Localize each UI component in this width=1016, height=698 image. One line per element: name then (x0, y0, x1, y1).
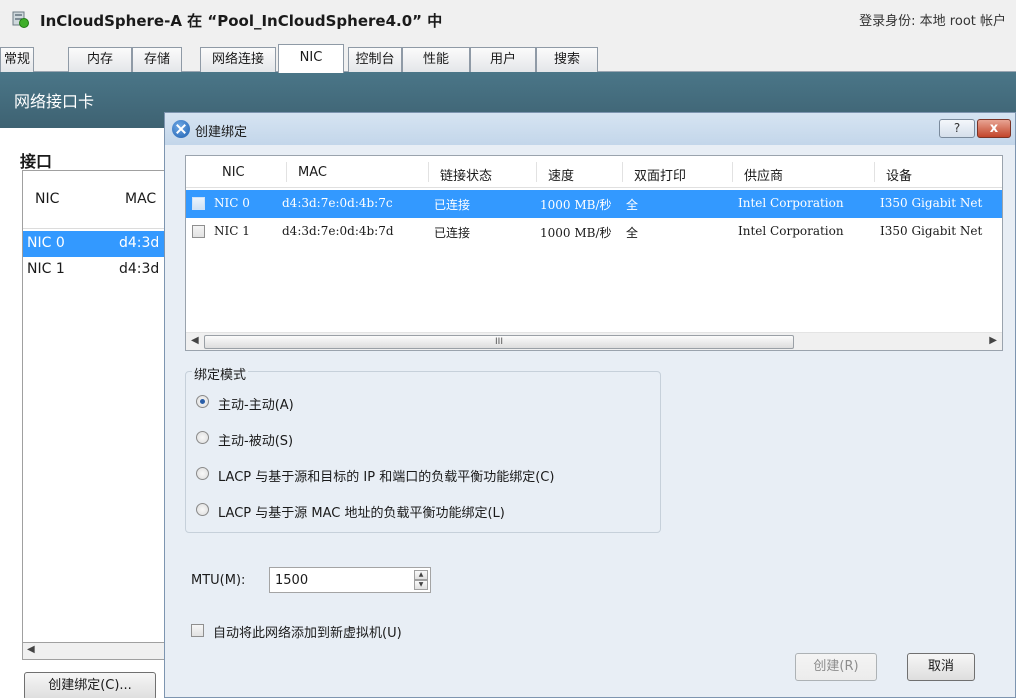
column-header-nic[interactable]: NIC (222, 165, 245, 180)
radio-label: LACP 与基于源 MAC 地址的负载平衡功能绑定(L) (218, 506, 505, 521)
nic-mac: d4:3d (119, 235, 160, 251)
radio-button[interactable] (196, 395, 209, 408)
scroll-right-icon[interactable]: ▶ (989, 335, 997, 346)
tab-general[interactable]: 常规 (0, 47, 34, 72)
table-row[interactable]: NIC 0 d4:3d:7e:0d:4b:7c 已连接 1000 MB/秒 全 … (186, 190, 1002, 218)
create-bond-dialog: 创建绑定 ? x NIC MAC 链接状态 速度 双面打印 供应商 设备 NIC… (164, 112, 1016, 698)
cell-duplex: 全 (626, 198, 639, 212)
column-header-nic[interactable]: NIC (35, 191, 59, 207)
tab-nic[interactable]: NIC (278, 44, 344, 73)
checkbox-icon[interactable] (191, 624, 204, 637)
nic-grid-scrollbar[interactable]: ◀ III ▶ (186, 332, 1002, 350)
mtu-label: MTU(M): (191, 573, 246, 588)
column-header-duplex[interactable]: 双面打印 (634, 165, 686, 184)
tab-performance[interactable]: 性能 (402, 47, 470, 72)
column-header-device[interactable]: 设备 (886, 165, 912, 184)
cell-vendor: Intel Corporation (738, 196, 844, 210)
login-status: 登录身份: 本地 root 帐户 (859, 14, 1006, 29)
column-header-mac[interactable]: MAC (125, 191, 156, 207)
list-item[interactable]: NIC 0 d4:3d (23, 231, 171, 257)
tab-users[interactable]: 用户 (470, 47, 536, 72)
tab-bar: 常规 内存 存储 网络连接 NIC 控制台 性能 用户 搜索 (0, 44, 1016, 73)
dialog-titlebar: 创建绑定 ? x (165, 113, 1015, 145)
create-button[interactable]: 创建(R) (795, 653, 877, 681)
cell-speed: 1000 MB/秒 (540, 198, 612, 212)
close-icon: x (989, 121, 999, 136)
radio-label: LACP 与基于源和目标的 IP 和端口的负载平衡功能绑定(C) (218, 470, 555, 485)
cell-device: I350 Gigabit Net (880, 196, 983, 210)
spin-up-icon[interactable]: ▲ (414, 570, 428, 580)
auto-add-label: 自动将此网络添加到新虚拟机(U) (213, 626, 402, 641)
help-button[interactable]: ? (939, 119, 975, 138)
nic-checkbox[interactable] (192, 197, 205, 210)
cell-vendor: Intel Corporation (738, 224, 844, 238)
tab-network[interactable]: 网络连接 (200, 47, 276, 72)
cell-nic: NIC 1 (214, 224, 250, 238)
column-header-mac[interactable]: MAC (298, 165, 327, 180)
cancel-button[interactable]: 取消 (907, 653, 975, 681)
cell-duplex: 全 (626, 226, 639, 240)
cell-device: I350 Gigabit Net (880, 224, 983, 238)
grip-icon: III (495, 337, 503, 347)
help-icon: ? (953, 121, 961, 135)
window-titlebar: InCloudSphere-A 在 “Pool_InCloudSphere4.0… (0, 0, 1016, 40)
create-bond-button[interactable]: 创建绑定(C)... (24, 672, 156, 698)
window-title: InCloudSphere-A 在 “Pool_InCloudSphere4.0… (40, 12, 443, 30)
close-button[interactable]: x (977, 119, 1011, 138)
cell-speed: 1000 MB/秒 (540, 226, 612, 240)
spin-down-icon[interactable]: ▼ (414, 580, 428, 590)
nic-grid: NIC MAC 链接状态 速度 双面打印 供应商 设备 NIC 0 d4:3d:… (185, 155, 1003, 351)
tab-search[interactable]: 搜索 (536, 47, 598, 72)
nic-list-header: NIC MAC (23, 171, 171, 229)
cell-nic: NIC 0 (214, 196, 250, 210)
radio-button[interactable] (196, 503, 209, 516)
bond-icon (172, 120, 190, 138)
host-server-icon (12, 11, 29, 28)
column-header-link-status[interactable]: 链接状态 (440, 165, 492, 184)
table-row[interactable]: NIC 1 d4:3d:7e:0d:4b:7d 已连接 1000 MB/秒 全 … (186, 218, 1002, 246)
nic-mac: d4:3d (119, 261, 160, 277)
interfaces-label: 接口 (20, 152, 53, 171)
interfaces-panel: 接口 NIC MAC NIC 0 d4:3d NIC 1 d4:3d ◀ 创建绑… (0, 128, 172, 698)
cell-link-status: 已连接 (434, 198, 471, 212)
bond-mode-label: 绑定模式 (192, 364, 249, 383)
radio-label: 主动-被动(S) (218, 434, 294, 449)
scroll-left-icon[interactable]: ◀ (191, 335, 199, 346)
scrollbar-thumb[interactable]: III (204, 335, 794, 349)
radio-button[interactable] (196, 467, 209, 480)
nic-grid-header: NIC MAC 链接状态 速度 双面打印 供应商 设备 (186, 156, 1002, 188)
dialog-title: 创建绑定 (195, 125, 248, 140)
list-item[interactable]: NIC 1 d4:3d (23, 257, 171, 283)
column-header-speed[interactable]: 速度 (548, 165, 574, 184)
section-title: 网络接口卡 (14, 92, 95, 111)
nic-name: NIC 0 (27, 235, 65, 251)
tab-console[interactable]: 控制台 (348, 47, 402, 72)
mtu-spin-buttons: ▲ ▼ (414, 570, 428, 590)
tab-memory[interactable]: 内存 (68, 47, 132, 72)
cell-mac: d4:3d:7e:0d:4b:7d (282, 224, 394, 238)
nic-list-scrollbar[interactable]: ◀ (22, 642, 172, 660)
cell-mac: d4:3d:7e:0d:4b:7c (282, 196, 393, 210)
scroll-left-icon[interactable]: ◀ (27, 644, 35, 655)
radio-button[interactable] (196, 431, 209, 444)
column-header-vendor[interactable]: 供应商 (744, 165, 783, 184)
nic-name: NIC 1 (27, 261, 65, 277)
mtu-stepper[interactable]: 1500 ▲ ▼ (269, 567, 431, 593)
mtu-value[interactable]: 1500 (275, 573, 308, 588)
radio-label: 主动-主动(A) (218, 398, 294, 413)
bond-mode-group: 绑定模式 主动-主动(A) 主动-被动(S) LACP 与基于源和目标的 IP … (185, 364, 661, 533)
nic-checkbox[interactable] (192, 225, 205, 238)
cell-link-status: 已连接 (434, 226, 471, 240)
nic-list: NIC MAC NIC 0 d4:3d NIC 1 d4:3d (22, 170, 172, 660)
tab-storage[interactable]: 存储 (132, 47, 182, 72)
